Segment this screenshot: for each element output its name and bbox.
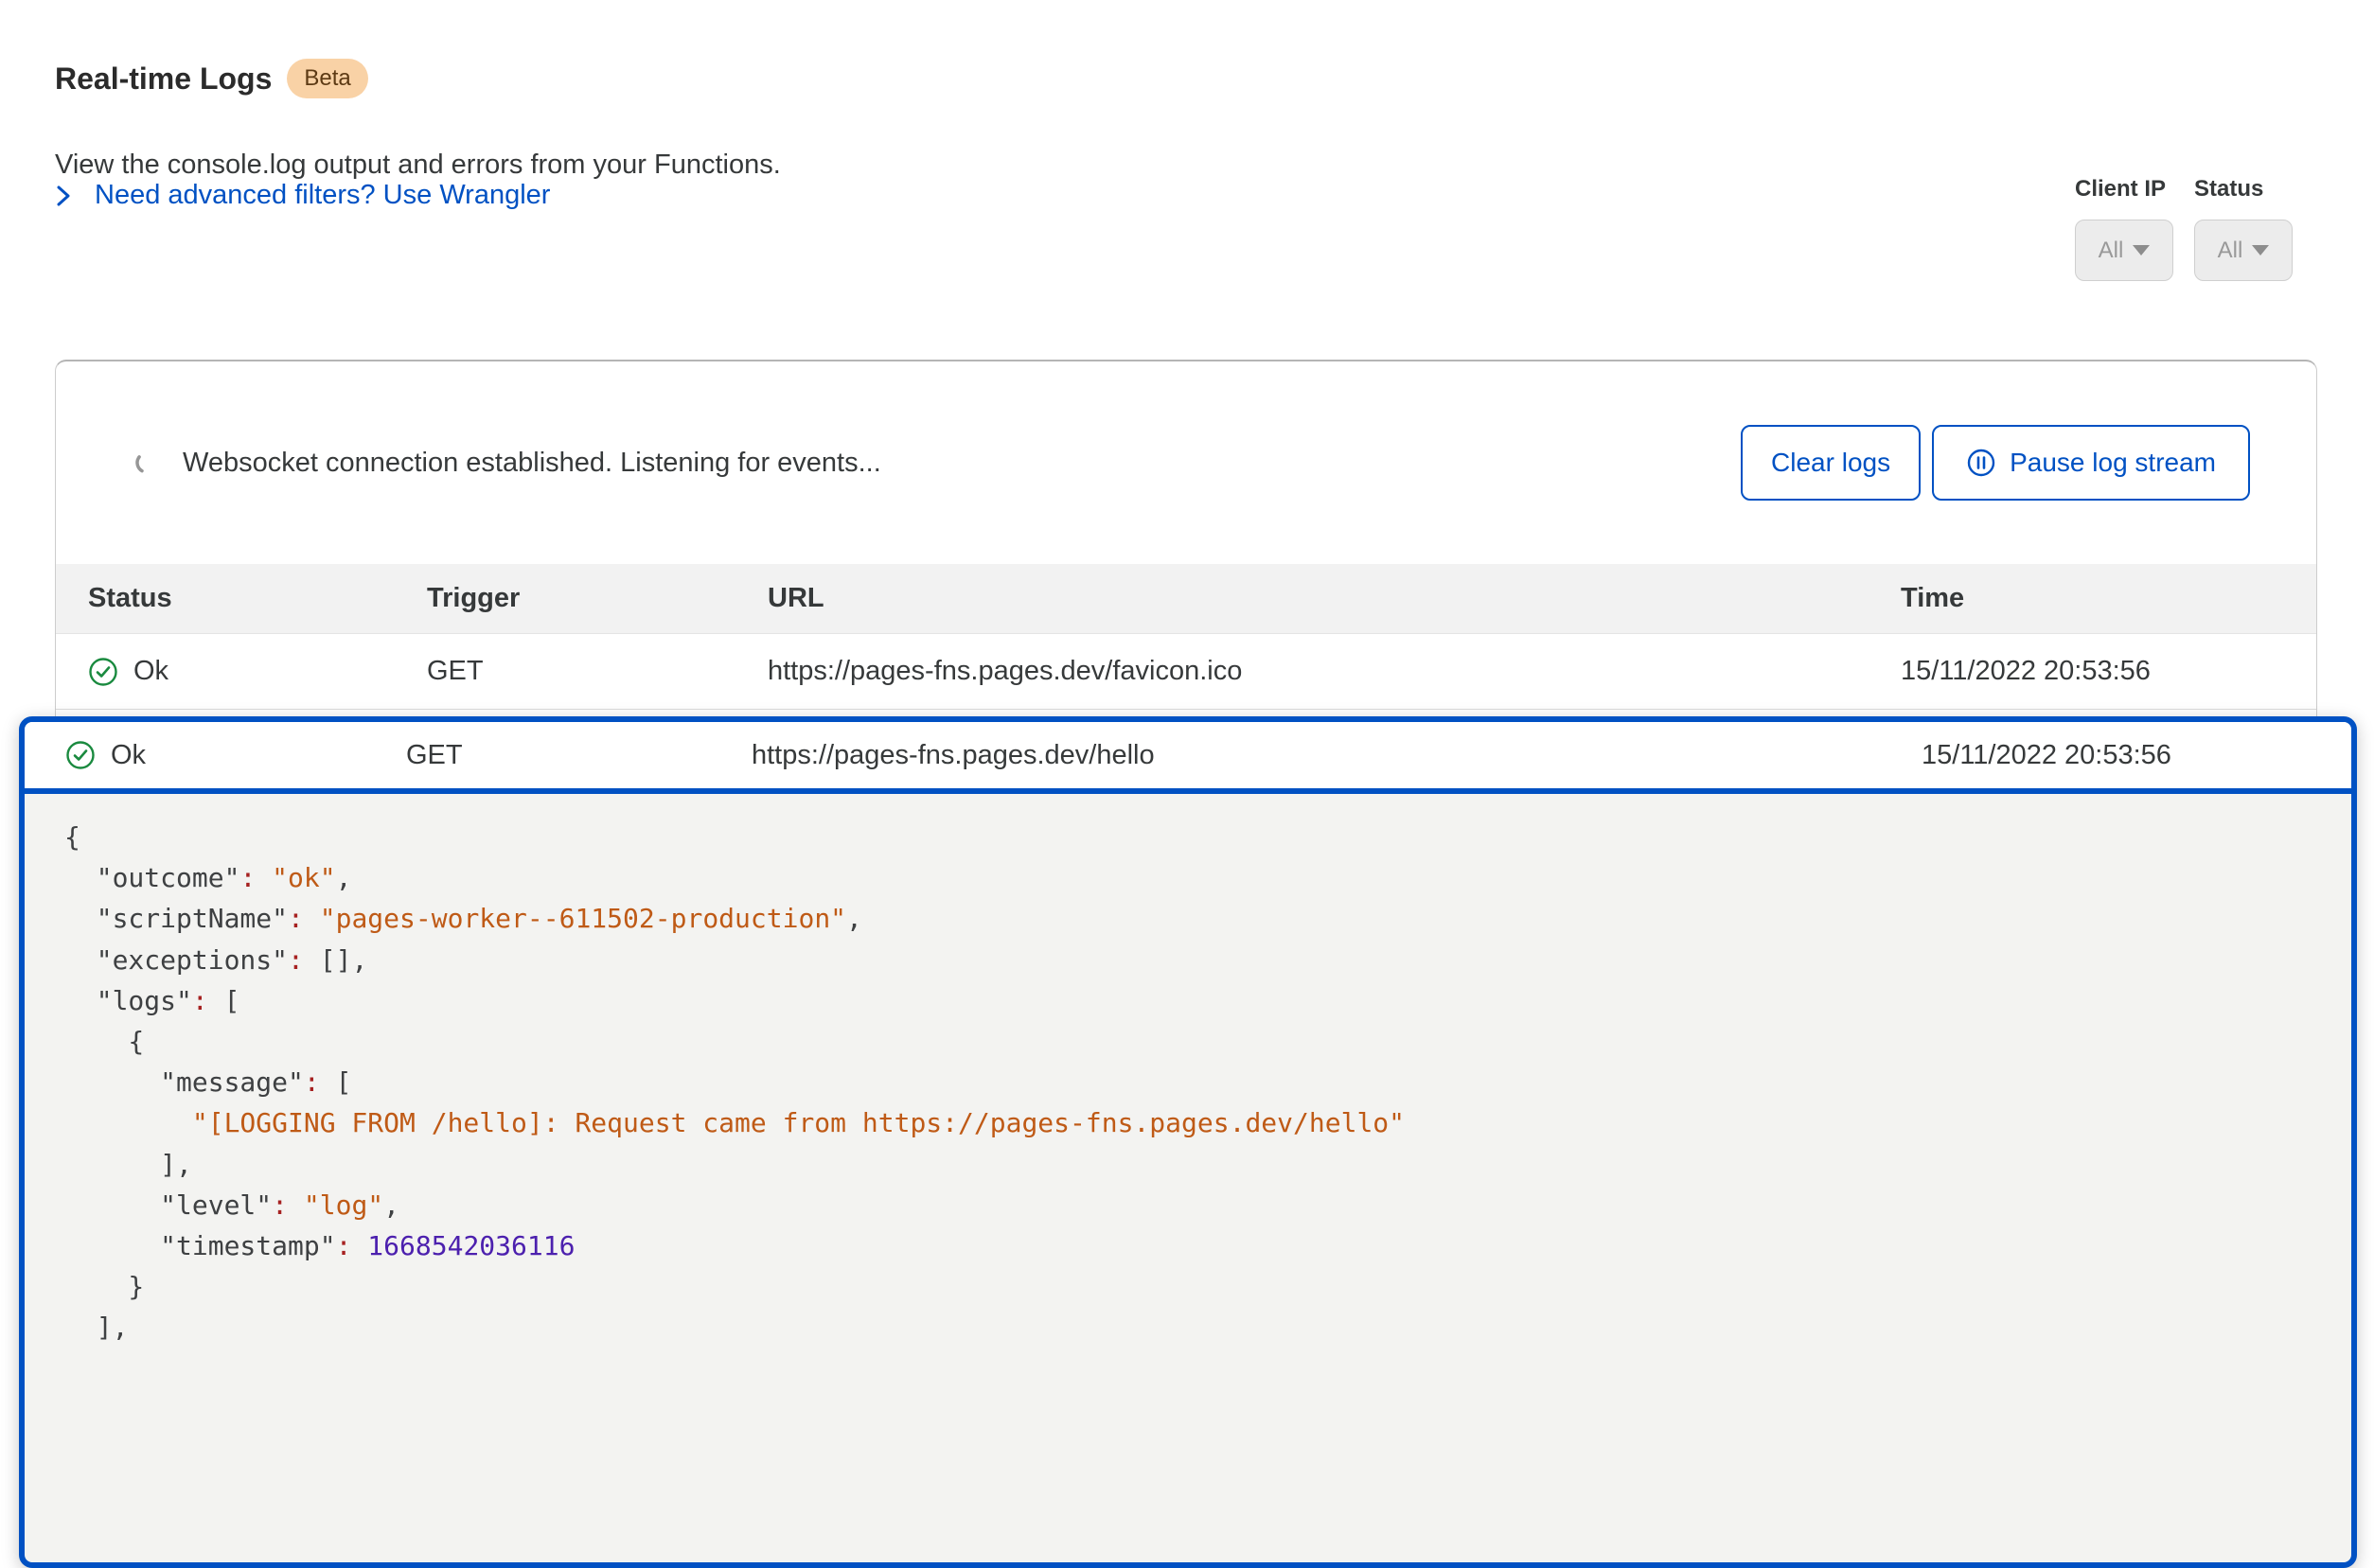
- client-ip-value: All: [2099, 238, 2124, 264]
- header-url: URL: [768, 583, 1901, 614]
- expanded-log-entry: Ok GET https://pages-fns.pages.dev/hello…: [19, 716, 2357, 1568]
- row-status: Ok: [133, 656, 168, 687]
- code-line: "message": [: [64, 1062, 2313, 1102]
- wrangler-filters-link[interactable]: Need advanced filters? Use Wrangler: [53, 180, 550, 211]
- code-line: "[LOGGING FROM /hello]: Request came fro…: [64, 1102, 2313, 1143]
- chevron-right-icon: [53, 184, 74, 208]
- page-title: Real-time Logs Beta: [55, 59, 368, 98]
- code-line: "exceptions": [],: [64, 940, 2313, 980]
- client-ip-filter: Client IP All: [2075, 176, 2173, 281]
- status-select[interactable]: All: [2194, 220, 2293, 281]
- expanded-row-trigger: GET: [406, 740, 752, 771]
- client-ip-select[interactable]: All: [2075, 220, 2173, 281]
- header-status: Status: [56, 583, 427, 614]
- code-line: {: [64, 1021, 2313, 1062]
- client-ip-label: Client IP: [2075, 176, 2173, 203]
- pause-log-stream-label: Pause log stream: [2010, 448, 2216, 478]
- code-line: "logs": [: [64, 980, 2313, 1021]
- code-line: {: [64, 817, 2313, 857]
- row-trigger: GET: [427, 656, 768, 687]
- caret-down-icon: [2252, 245, 2269, 255]
- beta-badge: Beta: [287, 59, 367, 98]
- check-circle-icon: [65, 740, 96, 770]
- header-trigger: Trigger: [427, 583, 768, 614]
- expanded-row-time: 15/11/2022 20:53:56: [1922, 740, 2351, 771]
- log-table-header: Status Trigger URL Time: [56, 564, 2316, 634]
- websocket-status-bar: Websocket connection established. Listen…: [56, 361, 2316, 564]
- check-circle-icon: [88, 657, 118, 687]
- row-time: 15/11/2022 20:53:56: [1901, 656, 2316, 687]
- status-label: Status: [2194, 176, 2293, 203]
- code-line: "timestamp": 1668542036116: [64, 1225, 2313, 1266]
- spinner-icon: [133, 449, 160, 476]
- code-line: }: [64, 1266, 2313, 1307]
- expanded-row-status: Ok: [111, 740, 146, 771]
- clear-logs-button[interactable]: Clear logs: [1741, 425, 1921, 501]
- header-time: Time: [1901, 583, 2316, 614]
- page-subtitle: View the console.log output and errors f…: [55, 150, 781, 181]
- log-filters: Client IP All Status All: [2075, 176, 2293, 281]
- wrangler-link-label: Need advanced filters? Use Wrangler: [95, 180, 550, 211]
- status-filter: Status All: [2194, 176, 2293, 281]
- pause-circle-icon: [1966, 448, 1996, 478]
- code-line: "outcome": "ok",: [64, 857, 2313, 898]
- code-line: ],: [64, 1144, 2313, 1185]
- code-line: ],: [64, 1307, 2313, 1348]
- caret-down-icon: [2133, 245, 2150, 255]
- page-title-text: Real-time Logs: [55, 62, 272, 97]
- clear-logs-label: Clear logs: [1771, 448, 1890, 478]
- log-table-row[interactable]: Ok GET https://pages-fns.pages.dev/favic…: [56, 634, 2316, 710]
- expanded-row-url: https://pages-fns.pages.dev/hello: [752, 740, 1922, 771]
- row-url: https://pages-fns.pages.dev/favicon.ico: [768, 656, 1901, 687]
- status-value: All: [2218, 238, 2243, 264]
- pause-log-stream-button[interactable]: Pause log stream: [1932, 425, 2250, 501]
- code-line: "level": "log",: [64, 1185, 2313, 1225]
- expanded-log-row[interactable]: Ok GET https://pages-fns.pages.dev/hello…: [25, 722, 2351, 794]
- json-log-code: { "outcome": "ok", "scriptName": "pages-…: [25, 794, 2351, 1348]
- websocket-status-text: Websocket connection established. Listen…: [183, 448, 881, 479]
- code-line: "scriptName": "pages-worker--611502-prod…: [64, 898, 2313, 939]
